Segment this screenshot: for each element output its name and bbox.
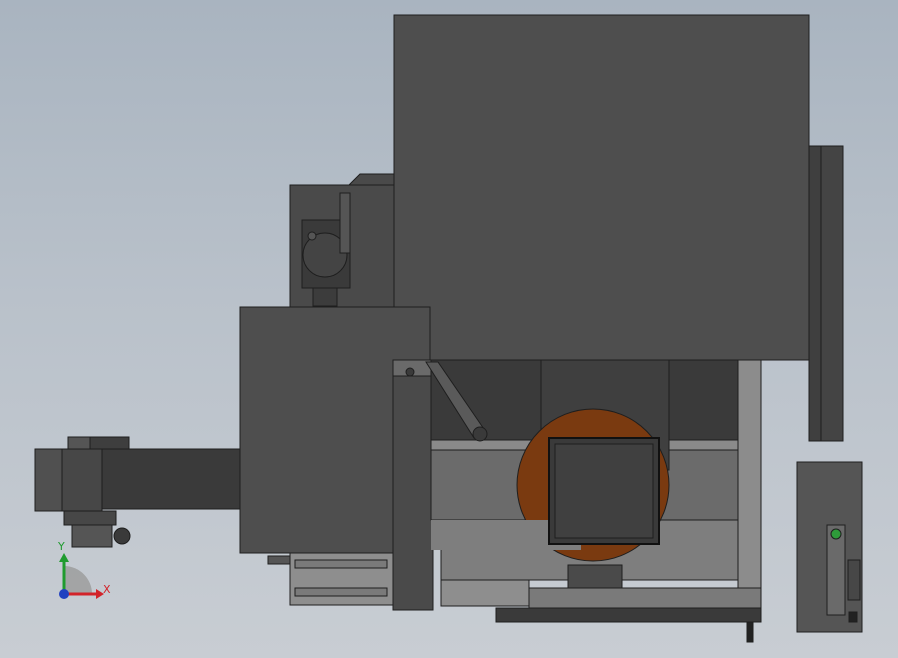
arm-roller-knob: [113, 527, 131, 545]
guide-pivot: [472, 426, 488, 442]
z-axis-dot: [59, 589, 69, 599]
work-area-right-wall: [737, 359, 762, 611]
housing-step: [346, 173, 395, 187]
guide-bolt: [405, 367, 415, 377]
drawer-slot-upper: [294, 559, 388, 569]
machine-model[interactable]: [34, 14, 863, 643]
workpiece-inner: [554, 443, 654, 539]
motor-plate: [339, 192, 351, 254]
lower-housing: [392, 359, 434, 611]
bottom-leg: [746, 621, 754, 643]
bottom-base: [495, 607, 762, 623]
arm-clamp: [63, 510, 117, 526]
control-connector: [847, 559, 861, 601]
main-housing: [393, 14, 810, 361]
arm-beam: [99, 448, 241, 510]
right-side-rail: [820, 145, 844, 442]
motor-shaft: [307, 231, 317, 241]
arm-top-cap-inner: [89, 436, 130, 450]
x-axis-label: X: [103, 583, 111, 596]
bottom-rail: [528, 587, 762, 609]
y-axis-label: Y: [58, 540, 65, 553]
indicator-light: [830, 528, 842, 540]
y-axis-arrow-icon: [59, 553, 69, 562]
drawer-tab: [267, 555, 291, 565]
arm-end-inner: [61, 448, 103, 512]
arm-roller: [71, 524, 113, 548]
motor-foot: [312, 287, 338, 307]
axis-triad: [59, 553, 104, 599]
right-side-rail-inner: [808, 145, 822, 442]
drawer-slot-lower: [294, 587, 388, 597]
cad-viewport[interactable]: [0, 0, 898, 658]
bottom-tray: [440, 579, 530, 607]
triad-quadrant: [64, 566, 92, 594]
table-motor: [567, 564, 623, 590]
cabinet-foot: [848, 611, 858, 623]
